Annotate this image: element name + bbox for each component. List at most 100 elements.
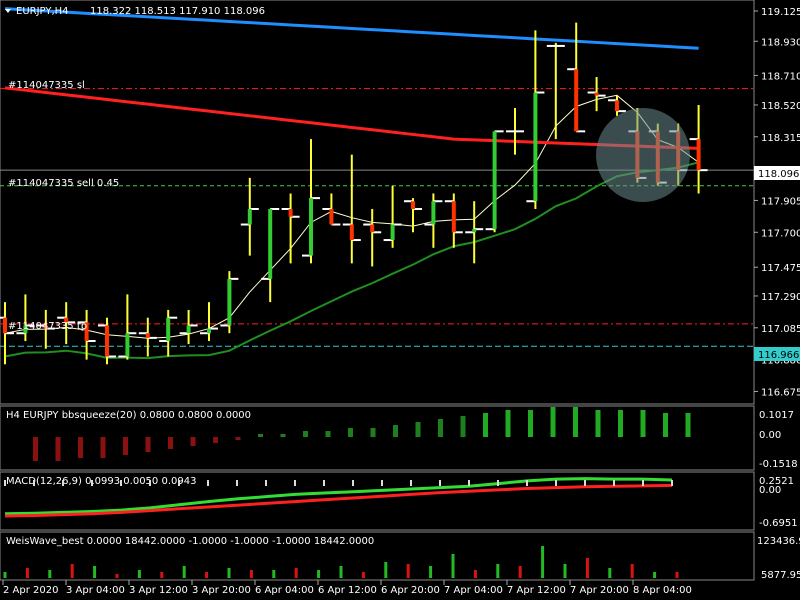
time-tick-label: 7 Apr 12:00 xyxy=(507,585,566,596)
main-price-pane[interactable] xyxy=(0,0,755,405)
macd-histogram-bar xyxy=(439,480,441,486)
bar-body xyxy=(247,208,252,225)
bar-body xyxy=(594,92,599,96)
bbsqueeze-bar xyxy=(258,434,263,437)
time-tick-label: 7 Apr 04:00 xyxy=(444,585,503,596)
bbsqueeze-bar xyxy=(100,437,106,458)
bbsqueeze-bar xyxy=(78,437,83,458)
macd-histogram-bar xyxy=(265,480,267,486)
macd-histogram-bar xyxy=(33,480,35,486)
weiswave-bar xyxy=(249,570,253,578)
bbsqueeze-bar xyxy=(123,437,128,455)
bbsqueeze-bar xyxy=(640,410,646,437)
bbsqueeze-bar xyxy=(573,407,578,437)
macd-histogram-bar xyxy=(178,480,180,486)
price-tick-label: 118.710 xyxy=(761,71,800,82)
weiswave-bar xyxy=(608,568,612,578)
macd-histogram-bar xyxy=(410,480,412,486)
bbsqueeze-bar xyxy=(280,434,286,437)
weiswave-bar xyxy=(70,564,74,578)
bbsqueeze-bar xyxy=(190,437,196,446)
price-scale: 119.125 118.930 118.710 118.520 118.315 117.9… xyxy=(754,7,800,398)
time-tick-label: 7 Apr 20:00 xyxy=(570,585,629,596)
macd-histogram-bar xyxy=(497,480,499,486)
bar-body xyxy=(125,333,130,357)
weiswave-bar xyxy=(205,572,209,578)
weiswave-bar xyxy=(541,546,545,578)
weiswave-bar xyxy=(227,568,231,578)
price-tick-label: 117.085 xyxy=(761,324,800,335)
bar-body xyxy=(207,328,211,334)
tp-price-tag: 116.966 xyxy=(754,347,800,361)
bar-body xyxy=(696,139,701,171)
bar-body xyxy=(411,201,415,209)
sl-line-label: #114047335 sl xyxy=(8,80,85,91)
bbsqueeze-bar xyxy=(438,419,443,437)
price-tick-label: 117.475 xyxy=(761,263,800,274)
highlight-circle xyxy=(596,108,690,202)
weiswave-bar xyxy=(451,554,455,578)
bar-body xyxy=(166,317,171,341)
weiswave-scale-bottom: 5877.95 xyxy=(761,570,800,581)
weiswave-bar xyxy=(585,558,589,578)
bbsqueeze-bar xyxy=(528,410,533,437)
weiswave-bar xyxy=(137,570,141,578)
bar-body xyxy=(3,317,7,334)
time-tick-label: 8 Apr 04:00 xyxy=(633,585,692,596)
bbsqueeze-bar xyxy=(213,437,218,443)
macd-histogram-bar xyxy=(526,480,528,486)
weiswave-scale-top: 123436.95 xyxy=(757,536,800,547)
bar-body xyxy=(431,201,436,225)
bbsqueeze-bar xyxy=(685,413,691,437)
bbsqueeze-bar xyxy=(348,428,353,437)
macd-histogram-bar xyxy=(207,480,209,486)
bar-body xyxy=(615,100,619,112)
bbsqueeze-bar xyxy=(393,425,398,437)
macd-histogram-bar xyxy=(584,480,586,486)
bar-body xyxy=(268,208,273,279)
macd-histogram-bar xyxy=(120,480,122,486)
bbsqueeze-scale-bottom: -0.1518 xyxy=(759,459,798,470)
time-tick-label: 6 Apr 04:00 xyxy=(255,585,314,596)
bar-body xyxy=(227,278,232,326)
time-tick-label: 6 Apr 12:00 xyxy=(318,585,377,596)
bar-body xyxy=(288,208,293,217)
weiswave-bar xyxy=(294,568,298,578)
bbsqueeze-bar xyxy=(483,413,488,437)
price-tick-label: 117.700 xyxy=(761,228,800,239)
bbsqueeze-bar xyxy=(370,428,376,437)
macd-histogram-bar xyxy=(236,480,238,486)
bbsqueeze-label: H4 EURJPY bbsqueeze(20) 0.0800 0.0800 0.… xyxy=(6,410,251,421)
macd-histogram-bar xyxy=(62,480,64,486)
price-tick-label: 118.520 xyxy=(761,101,800,112)
bbsqueeze-bar xyxy=(618,410,623,437)
symbol-label: EURJPY,H4 xyxy=(16,6,69,17)
bbsqueeze-bar xyxy=(550,407,556,437)
bbsqueeze-scale-top: 0.1017 xyxy=(759,410,794,421)
weiswave-bar xyxy=(429,566,433,578)
time-tick-label: 6 Apr 20:00 xyxy=(381,585,440,596)
current-price-tag: 118.096 xyxy=(754,166,800,180)
weiswave-bar xyxy=(361,572,365,578)
macd-histogram-bar xyxy=(555,480,557,486)
price-tick-label: 116.675 xyxy=(761,387,800,398)
bar-body xyxy=(145,333,150,338)
bbsqueeze-bar xyxy=(303,431,308,437)
macd-histogram-bar xyxy=(613,480,615,486)
weiswave-bar xyxy=(182,566,186,578)
weiswave-bar xyxy=(48,570,52,578)
bbsqueeze-bar xyxy=(145,437,151,452)
time-tick-label: 3 Apr 04:00 xyxy=(66,585,125,596)
bbsqueeze-bar xyxy=(33,437,38,461)
bbsqueeze-bar xyxy=(663,413,668,437)
macd-histogram-bar xyxy=(671,480,673,486)
bbsqueeze-bar xyxy=(415,422,421,437)
price-tick-label: 118.315 xyxy=(761,133,800,144)
bar-body xyxy=(309,198,313,256)
trading-chart[interactable]: 119.125 118.930 118.710 118.520 118.315 117.9… xyxy=(0,0,800,600)
tp-line-label: #114047335 tp xyxy=(8,321,87,332)
weiswave-bar xyxy=(630,564,634,578)
weiswave-bar xyxy=(25,568,29,578)
macd-histogram-bar xyxy=(352,480,354,486)
bar-body xyxy=(370,224,375,233)
